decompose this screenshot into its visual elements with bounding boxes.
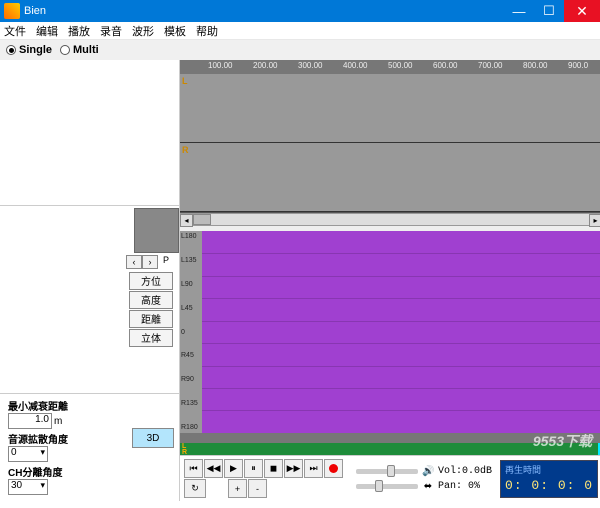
- left-panel: ‹ › P 方位 高度 距離 立体 最小减衰距離 1.0 m 音源拡散角度 0: [0, 60, 180, 501]
- meter-r-label: R: [182, 449, 187, 456]
- tab-distance[interactable]: 距離: [129, 310, 173, 328]
- playtime-value: 0: 0: 0: 0: [505, 478, 593, 493]
- min-decay-input[interactable]: 1.0: [8, 413, 52, 429]
- spatial-tick: R135: [181, 400, 201, 407]
- record-button[interactable]: [324, 459, 343, 478]
- title-bar: Bien — ☐ ✕: [0, 0, 600, 22]
- menu-bar: 文件 编辑 播放 录音 波形 模板 帮助: [0, 22, 600, 40]
- skip-start-button[interactable]: ⏮: [184, 459, 203, 478]
- ruler-tick: 900.0: [568, 61, 588, 70]
- playtime-title: 再生時間: [505, 463, 593, 476]
- menu-record[interactable]: 录音: [100, 23, 122, 39]
- channel-right-label: R: [182, 145, 189, 155]
- min-decay-unit: m: [54, 416, 62, 427]
- right-panel: 100.00 200.00 300.00 400.00 500.00 600.00 700.…: [180, 60, 600, 501]
- transport-buttons: ⏮ ◀◀ ▶ ⏸ ◼ ▶▶ ⏭: [184, 459, 348, 478]
- main-area: ‹ › P 方位 高度 距離 立体 最小减衰距離 1.0 m 音源拡散角度 0: [0, 60, 600, 501]
- scroll-left-icon[interactable]: ◂: [180, 214, 193, 227]
- spatial-tick: R180: [181, 424, 201, 431]
- window-title: Bien: [24, 5, 504, 17]
- ruler-tick: 500.00: [388, 61, 412, 70]
- volume-slider[interactable]: [356, 469, 418, 474]
- lr-meter: L R: [180, 443, 600, 455]
- pan-slider[interactable]: [356, 484, 418, 489]
- channel-left-label: L: [182, 76, 188, 86]
- radio-multi[interactable]: Multi: [60, 44, 99, 56]
- pan-icon: ⬌: [422, 481, 434, 492]
- ruler-tick: 600.00: [433, 61, 457, 70]
- rewind-button[interactable]: ◀◀: [204, 459, 223, 478]
- scroll-thumb[interactable]: [193, 214, 211, 225]
- spatial-tick: L180: [181, 233, 201, 240]
- time-ruler-bottom[interactable]: [180, 433, 600, 443]
- volume-label: Vol:0.0dB: [438, 466, 492, 477]
- skip-end-button[interactable]: ⏭: [304, 459, 323, 478]
- menu-help[interactable]: 帮助: [196, 23, 218, 39]
- menu-edit[interactable]: 编辑: [36, 23, 58, 39]
- ruler-tick: 300.00: [298, 61, 322, 70]
- prev-page-button[interactable]: ‹: [126, 255, 142, 269]
- spatial-tick: R90: [181, 376, 201, 383]
- menu-play[interactable]: 播放: [68, 23, 90, 39]
- spatial-tick: L90: [181, 281, 201, 288]
- separation-select[interactable]: 30: [8, 479, 48, 495]
- page-label: P: [158, 255, 174, 269]
- ruler-tick: 700.00: [478, 61, 502, 70]
- minimize-button[interactable]: —: [504, 0, 534, 22]
- spatial-tick: L45: [181, 305, 201, 312]
- waveform-display[interactable]: L R: [180, 74, 600, 213]
- parameter-tabs: 方位 高度 距離 立体: [0, 269, 179, 350]
- next-page-button[interactable]: ›: [142, 255, 158, 269]
- spatial-tick: 0: [181, 329, 201, 336]
- menu-template[interactable]: 模板: [164, 23, 186, 39]
- file-list[interactable]: [0, 60, 179, 205]
- spread-select[interactable]: 0: [8, 446, 48, 462]
- spatial-canvas[interactable]: [202, 231, 600, 433]
- stop-button[interactable]: ◼: [264, 459, 283, 478]
- zoom-out-button[interactable]: -: [248, 479, 267, 498]
- spatial-axis: L180 L135 L90 L45 0 R45 R90 R135 R180: [180, 231, 202, 433]
- ruler-tick: 200.00: [253, 61, 277, 70]
- app-icon: [4, 3, 20, 19]
- transport-bar: ⏮ ◀◀ ▶ ⏸ ◼ ▶▶ ⏭ ↻ + -: [180, 455, 600, 501]
- radio-single[interactable]: Single: [6, 44, 52, 56]
- separation-label: CH分離角度: [8, 464, 171, 479]
- settings-panel: 最小减衰距離 1.0 m 音源拡散角度 0 3D CH分離角度 30: [0, 393, 179, 501]
- spatial-tick: R45: [181, 352, 201, 359]
- pan-label: Pan: 0%: [438, 481, 480, 492]
- radio-dot-icon: [6, 45, 16, 55]
- min-decay-label: 最小减衰距離: [8, 398, 171, 413]
- mode-bar: Single Multi: [0, 40, 600, 60]
- page-nav: ‹ › P: [126, 255, 179, 269]
- time-ruler[interactable]: 100.00 200.00 300.00 400.00 500.00 600.00 700.…: [180, 60, 600, 74]
- pause-button[interactable]: ⏸: [244, 459, 263, 478]
- scroll-right-icon[interactable]: ▸: [589, 214, 600, 227]
- forward-button[interactable]: ▶▶: [284, 459, 303, 478]
- preview-thumbnail: [134, 208, 179, 253]
- tab-azimuth[interactable]: 方位: [129, 272, 173, 290]
- close-button[interactable]: ✕: [564, 0, 600, 22]
- tab-elevation[interactable]: 高度: [129, 291, 173, 309]
- btn-3d[interactable]: 3D: [132, 428, 174, 448]
- radio-dot-icon: [60, 45, 70, 55]
- menu-waveform[interactable]: 波形: [132, 23, 154, 39]
- spatial-display: L180 L135 L90 L45 0 R45 R90 R135 R180: [180, 231, 600, 433]
- slider-group: 🔊 Vol:0.0dB ⬌ Pan: 0%: [356, 466, 492, 492]
- playtime-display: 再生時間 0: 0: 0: 0: [500, 460, 598, 498]
- repeat-button[interactable]: ↻: [184, 479, 206, 498]
- maximize-button[interactable]: ☐: [534, 0, 564, 22]
- tab-stereo[interactable]: 立体: [129, 329, 173, 347]
- menu-file[interactable]: 文件: [4, 23, 26, 39]
- ruler-tick: 400.00: [343, 61, 367, 70]
- spatial-tick: L135: [181, 257, 201, 264]
- ruler-tick: 800.00: [523, 61, 547, 70]
- waveform-scrollbar[interactable]: ◂ ▸: [180, 213, 600, 226]
- play-button[interactable]: ▶: [224, 459, 243, 478]
- volume-icon: 🔊: [422, 466, 434, 477]
- zoom-in-button[interactable]: +: [228, 479, 247, 498]
- ruler-tick: 100.00: [208, 61, 232, 70]
